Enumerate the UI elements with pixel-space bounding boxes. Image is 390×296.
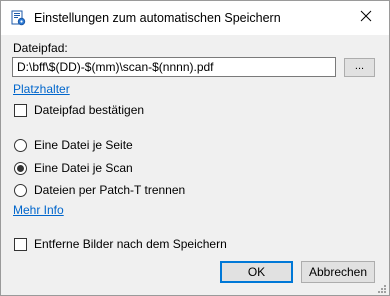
remove-images-label: Entferne Bilder nach dem Speichern [34, 237, 227, 251]
radio-one-file-per-page[interactable] [14, 139, 27, 152]
placeholder-link[interactable]: Platzhalter [13, 82, 70, 96]
confirm-path-label: Dateipfad bestätigen [34, 103, 145, 117]
radio-one-file-per-page-label: Eine Datei je Seite [34, 138, 133, 152]
more-info-link[interactable]: Mehr Info [13, 203, 64, 217]
dialog-window: Einstellungen zum automatischen Speicher… [0, 0, 390, 296]
radio-one-file-per-scan[interactable] [14, 162, 27, 175]
radio-one-file-per-scan-label: Eine Datei je Scan [34, 161, 133, 175]
close-button[interactable] [343, 1, 389, 33]
radio-split-by-patch-t[interactable] [14, 184, 27, 197]
radio-split-by-patch-t-label: Dateien per Patch-T trennen [34, 183, 186, 197]
cancel-button[interactable]: Abbrechen [301, 261, 375, 283]
remove-images-checkbox[interactable] [14, 238, 27, 251]
confirm-path-checkbox[interactable] [14, 104, 27, 117]
window-title: Einstellungen zum automatischen Speicher… [34, 11, 281, 25]
path-label: Dateipfad: [13, 41, 68, 55]
title-bar: Einstellungen zum automatischen Speicher… [1, 1, 389, 35]
path-input[interactable] [12, 57, 336, 77]
ok-button[interactable]: OK [220, 261, 293, 283]
document-gear-icon [10, 10, 26, 26]
resize-grip-icon[interactable] [376, 282, 386, 293]
close-icon [360, 10, 372, 25]
browse-button[interactable]: ... [344, 58, 375, 77]
